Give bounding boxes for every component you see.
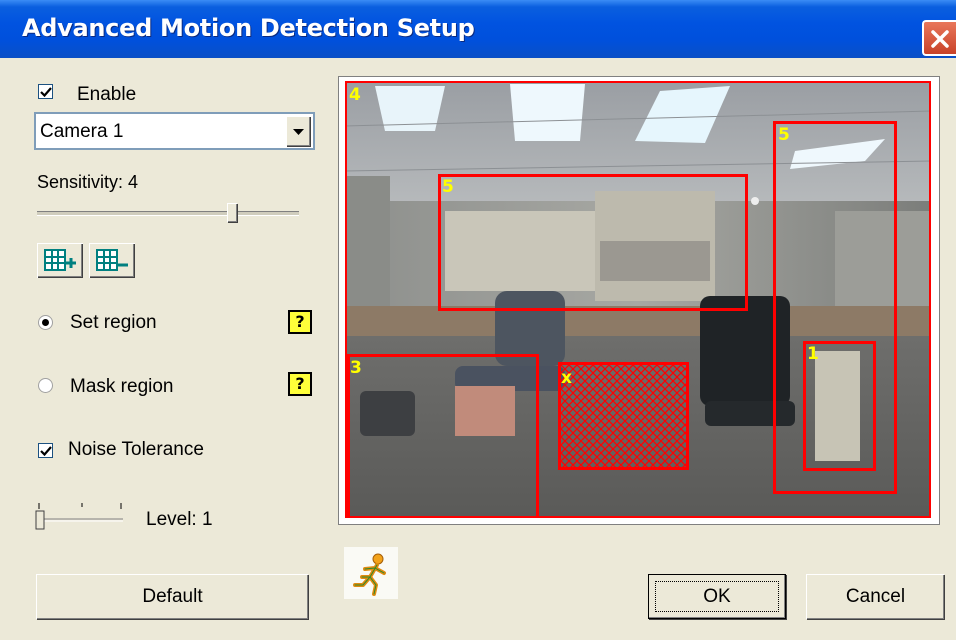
ok-button[interactable]: OK (648, 574, 786, 619)
grid-plus-icon (44, 249, 76, 271)
camera-preview[interactable]: 4 5 5 3 x 1 (345, 81, 931, 518)
close-icon (931, 30, 949, 48)
region-1-label: 1 (807, 344, 819, 364)
region-3[interactable] (347, 354, 539, 518)
mask-region-radio[interactable] (38, 378, 53, 393)
set-region-help-icon[interactable]: ? (288, 310, 312, 334)
mask-hatch-pattern (561, 365, 686, 467)
motion-indicator (344, 547, 398, 599)
cancel-button[interactable]: Cancel (806, 574, 944, 619)
remove-region-button[interactable] (89, 243, 135, 278)
mask-region[interactable] (558, 362, 689, 470)
checkmark-icon (40, 446, 52, 457)
chevron-down-icon (293, 129, 304, 135)
sensitivity-slider-track[interactable] (37, 211, 299, 216)
dropdown-button[interactable] (286, 116, 311, 147)
region-4-label: 4 (349, 85, 361, 105)
level-slider-thumb[interactable] (35, 510, 45, 530)
sensitivity-label: Sensitivity: 4 (37, 172, 139, 192)
running-man-icon (344, 547, 398, 599)
set-region-label: Set region (70, 312, 157, 333)
noise-tolerance-label: Noise Tolerance (68, 439, 204, 460)
enable-label: Enable (77, 84, 137, 105)
camera-select[interactable]: Camera 1 (34, 112, 315, 150)
add-region-button[interactable] (37, 243, 83, 278)
camera-select-value: Camera 1 (40, 121, 124, 142)
mask-region-help-icon[interactable]: ? (288, 372, 312, 396)
region-3-label: 3 (350, 358, 362, 378)
region-5a-label: 5 (442, 177, 454, 197)
focus-ring (655, 581, 779, 612)
level-label: Level: 1 (146, 509, 213, 530)
window-title: Advanced Motion Detection Setup (22, 14, 475, 42)
level-slider[interactable] (34, 500, 126, 536)
title-bar[interactable]: Advanced Motion Detection Setup (0, 0, 956, 58)
enable-checkbox[interactable] (38, 84, 53, 99)
mask-region-label: Mask region (70, 376, 174, 397)
set-region-radio[interactable] (38, 315, 53, 330)
mask-region-label: x (561, 368, 572, 388)
sensitivity-slider-thumb[interactable] (227, 203, 237, 222)
region-5a[interactable] (438, 174, 748, 311)
dialog-window: Advanced Motion Detection Setup Enable C… (0, 0, 956, 640)
close-button[interactable] (922, 20, 956, 56)
noise-tolerance-checkbox[interactable] (38, 443, 53, 458)
region-5b-label: 5 (778, 125, 790, 145)
default-button[interactable]: Default (36, 574, 308, 619)
radio-selected-dot (42, 319, 49, 326)
grid-minus-icon (96, 249, 128, 271)
checkmark-icon (40, 87, 52, 98)
